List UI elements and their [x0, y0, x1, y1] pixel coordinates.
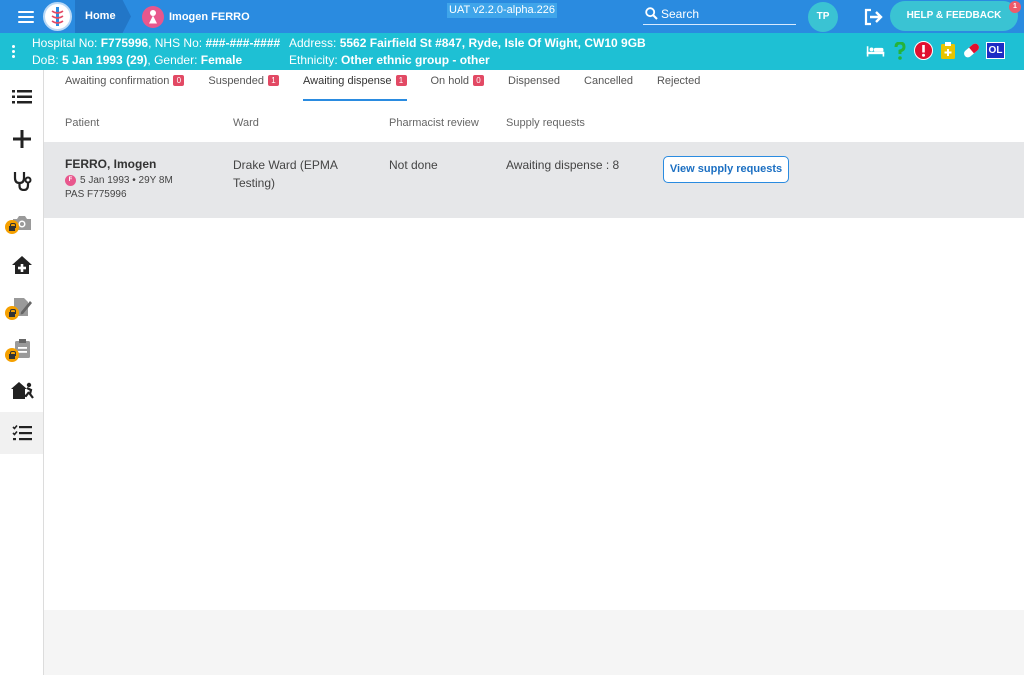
ethnicity-label: Ethnicity:: [289, 53, 342, 67]
patient-banner: Hospital No: F775996, NHS No: ###-###-##…: [0, 33, 1024, 70]
logout-icon[interactable]: [864, 8, 884, 26]
question-icon[interactable]: [890, 41, 909, 60]
patient-pas-number: PAS F775996: [65, 189, 127, 200]
document-edit-icon[interactable]: [0, 286, 43, 328]
environment-version: UAT v2.2.0-alpha.226: [447, 3, 557, 18]
list-icon[interactable]: [0, 76, 43, 118]
female-sex-icon: F: [65, 175, 76, 186]
column-header-ward[interactable]: Ward: [233, 117, 259, 129]
breadcrumb-home[interactable]: Home: [75, 0, 131, 33]
lock-icon: [5, 306, 19, 320]
nhs-no-label: , NHS No:: [148, 36, 206, 50]
alert-icon[interactable]: [914, 41, 933, 60]
supply-status-cell: Awaiting dispense : 8: [506, 158, 620, 172]
search-input[interactable]: Search: [643, 3, 796, 25]
banner-demographics: DoB: 5 Jan 1993 (29), Gender: Female: [32, 53, 242, 67]
gender-value: Female: [200, 53, 243, 67]
dob-value: 5 Jan 1993 (29): [62, 53, 148, 67]
tab-count-badge: 0: [473, 75, 485, 86]
patient-name: FERRO, Imogen: [65, 157, 157, 171]
banner-alert-icons: OL: [866, 41, 1005, 60]
top-bar: Home Imogen FERRO UAT v2.2.0-alpha.226 S…: [0, 0, 1024, 33]
column-header-patient[interactable]: Patient: [65, 117, 99, 129]
main-content: Awaiting confirmation 0 Suspended 1 Awaiti…: [44, 70, 1024, 675]
tab-cancelled[interactable]: Cancelled: [584, 75, 633, 97]
breadcrumb-patient[interactable]: Imogen FERRO: [142, 0, 250, 33]
plus-icon[interactable]: [0, 118, 43, 160]
nhs-no-value: ###-###-####: [205, 36, 281, 50]
column-header-pharmacist-review[interactable]: Pharmacist review: [389, 117, 479, 129]
tab-on-hold[interactable]: On hold 0: [431, 75, 485, 97]
tab-label: On hold: [430, 75, 470, 87]
checklist-icon[interactable]: [0, 412, 43, 454]
tab-dispensed[interactable]: Dispensed: [508, 75, 560, 97]
help-feedback-button[interactable]: HELP & FEEDBACK: [890, 1, 1018, 31]
camera-icon[interactable]: [0, 202, 43, 244]
tab-label: Awaiting dispense: [303, 75, 392, 87]
dob-label: DoB:: [32, 53, 63, 67]
search-icon: [645, 7, 658, 20]
column-header-supply-requests[interactable]: Supply requests: [506, 117, 585, 129]
status-tabs: Awaiting confirmation 0 Suspended 1 Awaiti…: [65, 75, 724, 101]
tab-rejected[interactable]: Rejected: [657, 75, 700, 97]
tab-awaiting-confirmation[interactable]: Awaiting confirmation 0: [65, 75, 185, 97]
patient-dob-age: F 5 Jan 1993 • 29Y 8M: [65, 175, 173, 186]
breadcrumb-patient-label: Imogen FERRO: [169, 10, 250, 23]
tab-label: Rejected: [656, 75, 701, 87]
tab-count-badge: 0: [173, 75, 185, 86]
pharmacist-review-cell: Not done: [389, 158, 438, 172]
lock-icon: [5, 220, 19, 234]
patient-dob-age-text: 5 Jan 1993 • 29Y 8M: [80, 175, 173, 186]
more-vert-icon[interactable]: [12, 44, 16, 60]
banner-ethnicity: Ethnicity: Other ethnic group - other: [289, 53, 490, 67]
home-medical-icon[interactable]: [0, 244, 43, 286]
address-value: 5562 Fairfield St #847, Ryde, Isle Of Wi…: [339, 36, 646, 50]
tab-label: Suspended: [208, 75, 265, 87]
ol-badge[interactable]: OL: [986, 42, 1005, 59]
tab-label: Dispensed: [508, 75, 561, 87]
tab-count-badge: 1: [268, 75, 280, 86]
female-patient-icon: [142, 5, 164, 28]
ethnicity-value: Other ethnic group - other: [341, 53, 490, 67]
clipboard-plus-icon[interactable]: [938, 41, 957, 60]
hospital-no-label: Hospital No:: [32, 36, 101, 50]
banner-address: Address: 5562 Fairfield St #847, Ryde, I…: [289, 36, 646, 50]
gender-label: , Gender:: [147, 53, 201, 67]
clipboard-icon[interactable]: [0, 328, 43, 370]
tab-label: Awaiting confirmation: [65, 75, 170, 87]
app-logo[interactable]: [43, 2, 72, 31]
address-label: Address:: [289, 36, 340, 50]
pill-icon[interactable]: [962, 41, 981, 60]
help-notification-badge: 1: [1009, 1, 1021, 13]
search-placeholder: Search: [661, 6, 700, 21]
home-run-icon[interactable]: [0, 370, 43, 412]
hamburger-menu-icon[interactable]: [18, 8, 36, 24]
banner-identifiers: Hospital No: F775996, NHS No: ###-###-##…: [32, 36, 280, 50]
bed-icon[interactable]: [866, 41, 885, 60]
tab-label: Cancelled: [584, 75, 633, 87]
stethoscope-icon[interactable]: [0, 160, 43, 202]
ward-cell: Drake Ward (EPMA Testing): [233, 158, 338, 190]
hospital-no-value: F775996: [100, 36, 149, 50]
view-supply-requests-button[interactable]: View supply requests: [663, 156, 789, 183]
tab-suspended[interactable]: Suspended 1: [208, 75, 280, 97]
user-avatar[interactable]: TP: [808, 2, 838, 32]
tab-count-badge: 1: [395, 75, 407, 86]
tab-awaiting-dispense[interactable]: Awaiting dispense 1: [303, 75, 407, 101]
lock-icon: [5, 348, 19, 362]
supply-requests-panel: Awaiting confirmation 0 Suspended 1 Awaiti…: [44, 70, 1024, 610]
left-navigation: [0, 70, 44, 675]
table-row[interactable]: FERRO, Imogen F 5 Jan 1993 • 29Y 8M PAS …: [44, 142, 1024, 218]
